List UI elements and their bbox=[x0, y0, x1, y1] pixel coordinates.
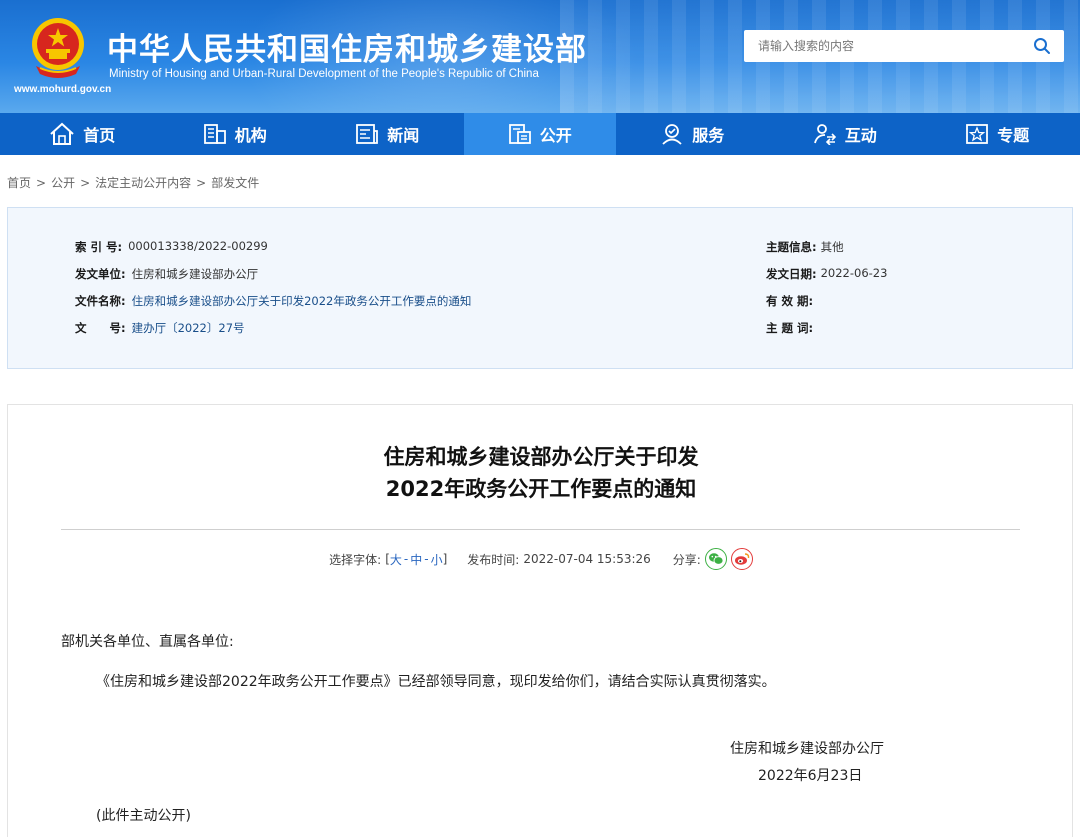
meta-topic-label: 主题信息: bbox=[766, 240, 817, 254]
nav-item-home[interactable]: 首页 bbox=[6, 113, 159, 155]
nav-label-home: 首页 bbox=[83, 126, 116, 145]
salutation: 部机关各单位、直属各单位: bbox=[61, 634, 234, 650]
site-subtitle: Ministry of Housing and Urban-Rural Deve… bbox=[109, 68, 539, 80]
document-icon bbox=[508, 124, 531, 144]
breadcrumb-separator: > bbox=[80, 176, 91, 190]
nav-label-org: 机构 bbox=[234, 126, 267, 145]
nav-label-interact: 互动 bbox=[844, 126, 877, 145]
search-button[interactable] bbox=[1020, 30, 1064, 62]
meta-valid: 有 效 期: bbox=[766, 293, 817, 309]
meta-issuer: 发文单位: 住房和城乡建设部办公厅 bbox=[75, 266, 258, 282]
building-icon bbox=[203, 124, 226, 144]
meta-docname-label: 文件名称: bbox=[75, 294, 126, 308]
disclosure-note: (此件主动公开) bbox=[96, 808, 191, 824]
share-label: 分享: bbox=[672, 552, 701, 567]
nav-label-news: 新闻 bbox=[387, 126, 420, 145]
search-icon bbox=[1034, 38, 1050, 54]
publish-time-value: 2022-07-04 15:53:26 bbox=[523, 552, 651, 566]
font-large-link[interactable]: 大 bbox=[390, 551, 402, 568]
font-size-label: 选择字体: bbox=[329, 552, 382, 567]
body-paragraph: 《住房和城乡建设部2022年政务公开工作要点》已经部领导同意，现印发给你们，请结… bbox=[96, 674, 776, 690]
nav-label-service: 服务 bbox=[692, 126, 725, 145]
publish-time-label: 发布时间: bbox=[467, 552, 520, 567]
meta-docno-label: 文 号: bbox=[75, 321, 126, 335]
breadcrumb: 首页 > 公开 > 法定主动公开内容 > 部发文件 bbox=[7, 174, 259, 191]
site-title: 中华人民共和国住房和城乡建设部 bbox=[107, 32, 587, 68]
font-bracket-close: ] bbox=[442, 552, 448, 566]
search-input[interactable] bbox=[744, 30, 1020, 62]
article-info-line: 选择字体: [ 大 - 中 - 小 ] 发布时间: 2022-07-04 15:… bbox=[8, 548, 1074, 570]
nav-item-topic[interactable]: 专题 bbox=[921, 113, 1074, 155]
font-dash: - bbox=[424, 552, 429, 566]
font-small-link[interactable]: 小 bbox=[431, 551, 443, 568]
nav-item-org[interactable]: 机构 bbox=[159, 113, 312, 155]
service-icon bbox=[662, 124, 682, 145]
font-medium-link[interactable]: 中 bbox=[410, 551, 422, 568]
nav-item-news[interactable]: 新闻 bbox=[311, 113, 464, 155]
interact-icon bbox=[813, 124, 836, 145]
newspaper-icon bbox=[356, 124, 379, 144]
nav-label-open: 公开 bbox=[539, 126, 572, 145]
search-box bbox=[744, 30, 1064, 62]
meta-topic: 主题信息: 其他 bbox=[766, 239, 844, 255]
site-header: www.mohurd.gov.cn 中华人民共和国住房和城乡建设部 Minist… bbox=[0, 0, 1080, 113]
breadcrumb-statutory[interactable]: 法定主动公开内容 bbox=[95, 176, 191, 190]
meta-topic-value: 其他 bbox=[820, 240, 844, 254]
title-divider bbox=[61, 529, 1020, 530]
meta-docname-value: 住房和城乡建设部办公厅关于印发2022年政务公开工作要点的通知 bbox=[131, 294, 472, 308]
wechat-share-button[interactable] bbox=[704, 548, 727, 570]
site-url: www.mohurd.gov.cn bbox=[14, 84, 112, 95]
meta-docno-value: 建办厅〔2022〕27号 bbox=[131, 321, 245, 335]
meta-keyword-label: 主 题 词: bbox=[766, 321, 814, 335]
meta-keyword: 主 题 词: bbox=[766, 320, 817, 336]
star-icon bbox=[966, 124, 989, 144]
breadcrumb-separator: > bbox=[36, 176, 47, 190]
nav-item-open[interactable]: 公开 bbox=[463, 113, 616, 155]
meta-date: 发文日期: 2022-06-23 bbox=[766, 266, 887, 282]
meta-valid-label: 有 效 期: bbox=[766, 294, 814, 308]
meta-docno: 文 号: 建办厅〔2022〕27号 bbox=[75, 320, 245, 336]
main-nav: 首页 机构 新闻 公开 服务 互动 专题 bbox=[0, 113, 1080, 155]
nav-item-interact[interactable]: 互动 bbox=[769, 113, 922, 155]
article-panel: 住房和城乡建设部办公厅关于印发 2022年政务公开工作要点的通知 选择字体: [… bbox=[7, 404, 1073, 837]
meta-index-value: 000013338/2022-00299 bbox=[128, 239, 268, 253]
weibo-icon bbox=[734, 553, 750, 565]
font-dash: - bbox=[403, 552, 409, 566]
document-meta-box: 索 引 号: 000013338/2022-00299 发文单位: 住房和城乡建… bbox=[7, 207, 1073, 369]
nav-label-topic: 专题 bbox=[997, 126, 1030, 145]
breadcrumb-home[interactable]: 首页 bbox=[7, 176, 31, 190]
signature-org: 住房和城乡建设部办公厅 bbox=[730, 741, 884, 757]
weibo-share-button[interactable] bbox=[730, 548, 753, 570]
home-icon bbox=[50, 122, 74, 145]
nav-item-service[interactable]: 服务 bbox=[616, 113, 769, 155]
meta-docname: 文件名称: 住房和城乡建设部办公厅关于印发2022年政务公开工作要点的通知 bbox=[75, 293, 471, 309]
breadcrumb-separator: > bbox=[196, 176, 207, 190]
signature-date: 2022年6月23日 bbox=[758, 768, 863, 784]
meta-date-label: 发文日期: bbox=[766, 267, 817, 281]
meta-issuer-value: 住房和城乡建设部办公厅 bbox=[131, 267, 259, 281]
wechat-icon bbox=[708, 553, 724, 565]
meta-index: 索 引 号: 000013338/2022-00299 bbox=[75, 239, 268, 255]
article-title-line1: 住房和城乡建设部办公厅关于印发 bbox=[383, 445, 699, 469]
article-title-line2: 2022年政务公开工作要点的通知 bbox=[385, 477, 697, 501]
national-emblem-icon bbox=[32, 18, 84, 78]
meta-index-label: 索 引 号: bbox=[75, 240, 123, 254]
breadcrumb-open[interactable]: 公开 bbox=[51, 176, 75, 190]
meta-issuer-label: 发文单位: bbox=[75, 267, 126, 281]
meta-date-value: 2022-06-23 bbox=[820, 266, 888, 280]
breadcrumb-ministry-docs[interactable]: 部发文件 bbox=[211, 176, 259, 190]
